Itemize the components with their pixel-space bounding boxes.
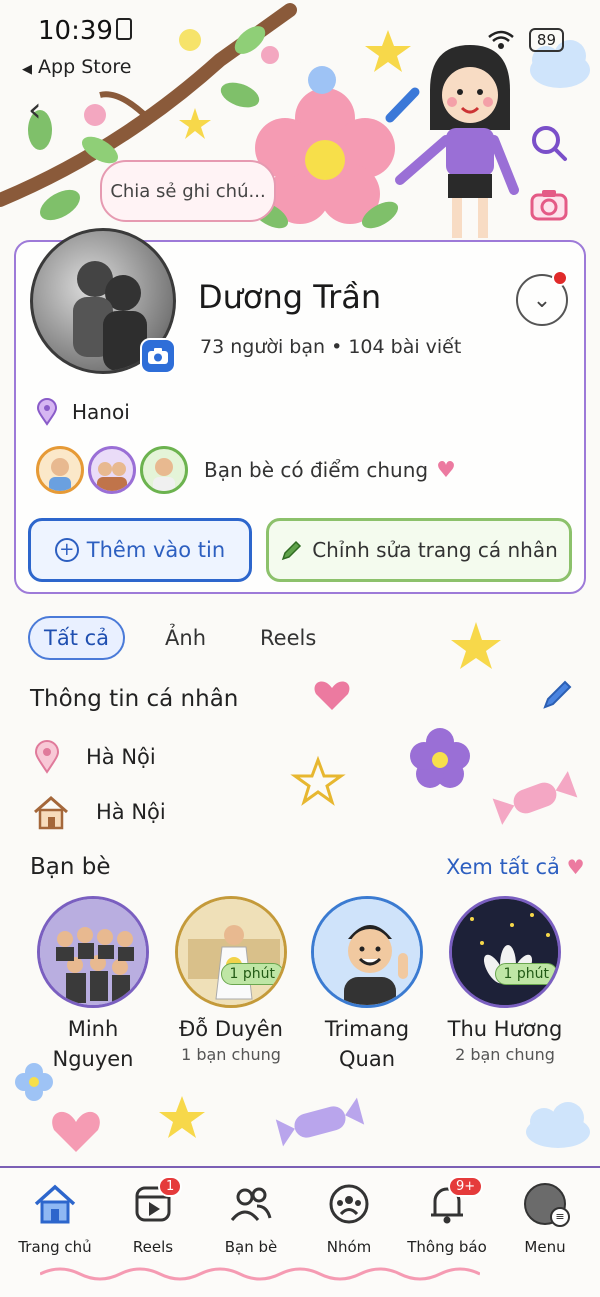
edit-profile-button[interactable]: Chỉnh sửa trang cá nhân <box>266 518 572 582</box>
camera-icon <box>148 348 168 364</box>
notifications-badge: 9+ <box>448 1176 484 1197</box>
personal-info-title: Thông tin cá nhân <box>30 686 239 712</box>
nav-reels-label: Reels <box>132 1238 174 1256</box>
mutual-friends-row[interactable]: Bạn bè có điểm chung ♥ <box>36 446 456 494</box>
change-photo-button[interactable] <box>140 338 176 374</box>
reels-badge: 1 <box>158 1176 183 1197</box>
squiggle-decoration <box>40 1267 480 1281</box>
friend-card[interactable]: 1 phút Thu Hương 2 bạn chung <box>446 896 564 1066</box>
active-time-badge: 1 phút <box>220 963 284 985</box>
chevron-down-icon: ⌄ <box>532 287 552 313</box>
plus-circle-icon: + <box>54 538 79 562</box>
menu-lines-icon: ≡ <box>550 1207 570 1227</box>
friends-icon <box>230 1187 272 1221</box>
bottom-doodles <box>15 1063 590 1152</box>
mutual-friends-text: Bạn bè có điểm chung <box>204 458 429 482</box>
nav-home[interactable]: Trang chủ <box>10 1182 100 1256</box>
profile-stats[interactable]: 73 người bạn • 104 bài viết <box>200 336 461 358</box>
status-lock-icon <box>116 18 132 40</box>
friend-avatar: 1 phút <box>175 896 287 1008</box>
chevron-left-icon: ‹ <box>28 90 42 130</box>
nav-reels[interactable]: 1 Reels <box>108 1176 198 1256</box>
info-hometown: Hà Nội <box>96 800 166 824</box>
tab-photos[interactable]: Ảnh <box>151 618 220 658</box>
back-app-label: App Store <box>38 56 132 78</box>
friend-name: Đỗ Duyên <box>179 1017 283 1041</box>
back-button[interactable]: ‹ <box>28 90 42 130</box>
info-row-current-city: Hà Nội <box>34 740 156 774</box>
friend-card[interactable]: 1 phút Đỗ Duyên 1 bạn chung <box>172 896 290 1066</box>
nav-groups-label: Nhóm <box>326 1238 372 1256</box>
mutual-friend-avatar <box>88 446 136 494</box>
status-time: 10:39 <box>38 16 113 46</box>
nav-menu[interactable]: ≡ Menu <box>500 1182 590 1256</box>
see-all-friends-link[interactable]: Xem tất cả ♥ <box>446 855 585 879</box>
heart-icon: ♥ <box>566 855 585 879</box>
home-icon <box>34 796 68 830</box>
map-pin-icon <box>34 740 60 774</box>
mid-doodles <box>290 622 578 825</box>
nav-notifications[interactable]: 9+ Thông báo <box>402 1176 492 1256</box>
info-current-city: Hà Nội <box>86 745 156 769</box>
pencil-icon <box>543 680 572 709</box>
heart-icon: ♥ <box>436 457 456 483</box>
note-placeholder: Chia sẻ ghi chú... <box>110 180 266 202</box>
nav-friends-label: Bạn bè <box>224 1238 278 1256</box>
back-to-app-link[interactable]: ◀ App Store <box>22 56 131 78</box>
friends-title: Bạn bè <box>30 854 111 880</box>
add-to-story-button[interactable]: + Thêm vào tin <box>28 518 252 582</box>
nav-menu-label: Menu <box>524 1238 566 1256</box>
home-icon <box>34 1184 76 1224</box>
friend-avatar: 1 phút <box>449 896 561 1008</box>
menu-avatar-icon: ≡ <box>524 1183 570 1227</box>
groups-icon <box>329 1184 369 1224</box>
camera-icon <box>530 190 568 221</box>
friend-name: Thu Hương <box>447 1017 563 1041</box>
nav-home-label: Trang chủ <box>18 1238 92 1256</box>
friend-card[interactable]: Trimang Quan <box>308 896 426 1074</box>
nav-friends[interactable]: Bạn bè <box>206 1182 296 1256</box>
info-row-hometown: Hà Nội <box>32 794 166 830</box>
profile-location-row: Hanoi <box>36 398 130 426</box>
camera-button[interactable] <box>526 182 572 228</box>
notification-dot <box>552 270 568 286</box>
friend-avatar <box>311 896 423 1008</box>
wifi-icon <box>488 30 514 49</box>
search-icon <box>532 126 567 161</box>
pencil-icon <box>282 540 302 561</box>
profile-location: Hanoi <box>72 400 130 424</box>
tab-all[interactable]: Tất cả <box>28 616 126 660</box>
mutual-friend-avatar <box>36 446 84 494</box>
friend-card[interactable]: Minh Nguyen <box>34 896 152 1074</box>
edit-profile-label: Chỉnh sửa trang cá nhân <box>312 538 558 562</box>
see-all-label: Xem tất cả <box>446 855 560 879</box>
friend-avatar <box>37 896 149 1008</box>
nav-groups[interactable]: Nhóm <box>304 1182 394 1256</box>
edit-info-button[interactable] <box>540 676 576 716</box>
battery-icon: 89 <box>528 28 564 52</box>
profile-name: Dương Trần <box>198 278 382 316</box>
nav-notifications-label: Thông báo <box>407 1238 487 1256</box>
search-button[interactable] <box>526 120 572 166</box>
status-icons: 89 <box>487 28 564 52</box>
note-bubble[interactable]: Chia sẻ ghi chú... <box>100 160 276 222</box>
back-triangle-icon: ◀ <box>22 62 32 77</box>
add-to-story-label: Thêm vào tin <box>86 538 226 562</box>
map-pin-icon <box>36 398 58 426</box>
active-time-badge: 1 phút <box>494 963 558 985</box>
mutual-friend-avatar <box>140 446 188 494</box>
